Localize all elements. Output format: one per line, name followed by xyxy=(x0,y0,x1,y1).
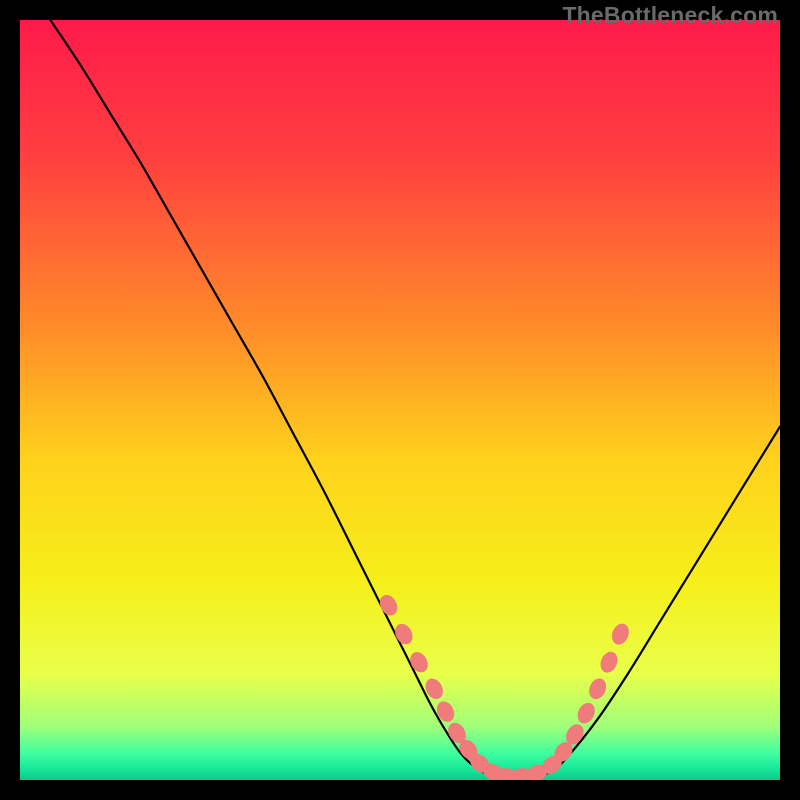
watermark-text: TheBottleneck.com xyxy=(562,2,778,29)
chart-background xyxy=(20,20,780,780)
bottleneck-chart xyxy=(20,20,780,780)
chart-frame xyxy=(20,20,780,780)
